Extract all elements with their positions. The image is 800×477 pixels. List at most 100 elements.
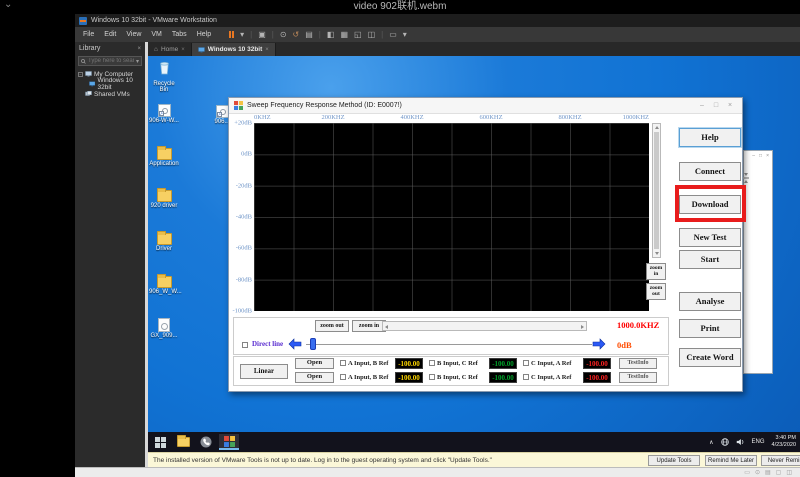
menu-tabs[interactable]: Tabs (168, 30, 191, 39)
help-button[interactable]: Help (679, 128, 741, 147)
chart-zoom-in-button[interactable]: zoom in (646, 263, 666, 280)
c-input-checkbox-row2[interactable] (523, 374, 529, 380)
menu-file[interactable]: File (79, 30, 98, 39)
pan-left-arrow-button[interactable] (288, 338, 302, 350)
suspend-dropdown-icon[interactable]: ▾ (238, 30, 246, 40)
bg-minimize-icon[interactable]: – (752, 153, 755, 159)
direct-line-checkbox[interactable] (242, 342, 248, 348)
open-button-row2[interactable]: Open (295, 372, 334, 383)
chart-plot-area[interactable] (254, 123, 649, 311)
desktop-icon-disc-image[interactable]: GX_909... (149, 318, 179, 339)
start-button[interactable]: Start (679, 250, 741, 269)
notification-text: The installed version of VMware Tools is… (153, 457, 492, 464)
chart-vertical-scrollbar[interactable] (652, 123, 661, 258)
tray-clock[interactable]: 3:40 PM 4/23/2020 (772, 435, 796, 448)
status-usb-icon[interactable]: ▢ (776, 470, 782, 476)
video-frame: ⌄ video 902联机.webm Windows 10 32bit - VM… (0, 0, 800, 477)
tray-language[interactable]: ENG (752, 439, 765, 445)
desktop-icon-recycle-bin[interactable]: Recycle Bin (149, 60, 179, 94)
app-maximize-icon[interactable]: □ (709, 102, 723, 109)
thumbnail-bar-icon[interactable]: ▦ (338, 30, 350, 40)
position-slider-thumb[interactable] (310, 338, 316, 350)
snapshot-manager-icon[interactable]: ▤ (303, 30, 315, 40)
file-explorer-button[interactable] (173, 434, 193, 450)
phone-app-button[interactable] (196, 434, 216, 450)
bg-maximize-icon[interactable]: □ (759, 153, 762, 159)
keyboard-dropdown-icon[interactable]: ▾ (401, 30, 409, 40)
scroll-up-icon[interactable] (655, 126, 659, 129)
open-button-row1[interactable]: Open (295, 358, 334, 369)
suspend-button[interactable] (227, 31, 236, 38)
sweep-app-taskbar-button[interactable] (219, 434, 239, 450)
status-hdd-icon[interactable]: ▭ (744, 470, 750, 476)
library-search-input[interactable] (88, 58, 134, 64)
print-button[interactable]: Print (679, 319, 741, 338)
desktop-icon-folder-kms[interactable]: 906_W_W... (149, 274, 182, 295)
app-minimize-icon[interactable]: – (695, 102, 709, 109)
b-input-checkbox-row1[interactable] (429, 360, 435, 366)
create-word-button[interactable]: Create Word (679, 348, 741, 367)
app-shortcut-icon: ↗ (215, 105, 229, 118)
never-remind-button[interactable]: Never Remind (761, 455, 800, 466)
app-close-icon[interactable]: × (723, 102, 737, 109)
remind-me-later-button[interactable]: Remind Me Later (705, 455, 757, 466)
scroll-thumb[interactable] (654, 132, 659, 249)
scroll-down-icon[interactable] (655, 252, 659, 255)
testinfo-button-row1[interactable]: TestInfo (619, 358, 657, 369)
status-sound-icon[interactable]: ◫ (786, 470, 792, 476)
tab-close-icon[interactable]: × (265, 47, 269, 53)
revert-snapshot-icon[interactable]: ↺ (291, 30, 302, 40)
status-cd-icon[interactable]: ⊙ (755, 470, 760, 476)
new-test-button[interactable]: New Test (679, 228, 741, 247)
tree-item-windows-10-32bit[interactable]: Windows 10 32bit (75, 77, 145, 91)
library-search-dropdown-icon[interactable]: ▾ (136, 58, 139, 65)
tab-close-icon[interactable]: × (181, 47, 185, 53)
scroll-up-icon[interactable] (743, 180, 748, 183)
scroll-left-icon[interactable] (385, 324, 388, 329)
desktop-icon-application[interactable]: Application (149, 146, 179, 167)
zoom-in-button[interactable]: zoom in (352, 320, 386, 332)
tab-home[interactable]: ⌂ Home × (148, 43, 192, 56)
show-library-icon[interactable]: ◧ (325, 30, 337, 40)
linear-button[interactable]: Linear (240, 364, 288, 379)
tab-windows-10-32bit[interactable]: Windows 10 32bit × (191, 43, 276, 56)
take-snapshot-icon[interactable]: ⊙ (278, 30, 289, 40)
unity-icon[interactable]: ◫ (366, 30, 378, 40)
enhanced-keyboard-icon[interactable]: ▭ (387, 30, 399, 40)
menu-edit[interactable]: Edit (100, 30, 120, 39)
desktop-icon-driver[interactable]: Driver (149, 231, 179, 252)
fullscreen-icon[interactable]: ◱ (352, 30, 364, 40)
zoom-out-button[interactable]: zoom out (315, 320, 349, 332)
library-close-icon[interactable]: × (137, 46, 141, 52)
status-network-adapter-icon[interactable]: ▤ (765, 470, 771, 476)
analyse-button[interactable]: Analyse (679, 292, 741, 311)
scroll-down-icon[interactable] (743, 173, 748, 176)
start-button[interactable] (150, 434, 170, 450)
menu-view[interactable]: View (122, 30, 145, 39)
testinfo-button-row2[interactable]: TestInfo (619, 372, 657, 383)
tree-collapse-icon[interactable]: − (78, 71, 83, 77)
position-slider-track[interactable] (306, 343, 592, 345)
network-icon[interactable] (720, 438, 729, 446)
a-input-checkbox-row2[interactable] (340, 374, 346, 380)
menu-help[interactable]: Help (193, 30, 215, 39)
a-input-checkbox-row1[interactable] (340, 360, 346, 366)
scroll-right-icon[interactable] (581, 324, 584, 329)
c-input-checkbox-row1[interactable] (523, 360, 529, 366)
chart-zoom-out-button[interactable]: zoom out (646, 283, 666, 300)
update-tools-button[interactable]: Update Tools (648, 455, 700, 466)
menu-vm[interactable]: VM (147, 30, 166, 39)
tray-expand-chevron-icon[interactable]: ∧ (709, 439, 713, 446)
b-input-checkbox-row2[interactable] (429, 374, 435, 380)
chart-horizontal-scrollbar[interactable] (382, 321, 587, 331)
desktop-icon-920-driver[interactable]: 920 driver (149, 188, 179, 209)
bg-close-icon[interactable]: × (766, 153, 769, 159)
vmware-status-bar: ▭ ⊙ ▤ ▢ ◫ (75, 467, 800, 477)
video-collapse-chevron-icon[interactable]: ⌄ (4, 0, 12, 12)
desktop-icon-shortcut-1[interactable]: ↗ 906-W-W... (149, 104, 179, 124)
pan-right-arrow-button[interactable] (592, 338, 606, 350)
connect-button[interactable]: Connect (679, 162, 741, 181)
speaker-icon[interactable] (736, 438, 745, 446)
background-window[interactable]: – □ × (741, 150, 773, 374)
send-ctrl-alt-del-icon[interactable]: ▣ (256, 30, 268, 40)
